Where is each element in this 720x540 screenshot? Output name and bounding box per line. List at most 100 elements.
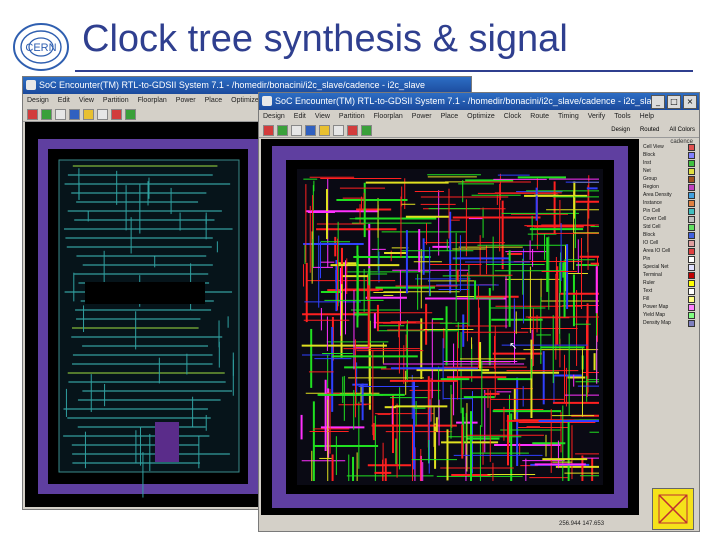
close-button[interactable]: × <box>683 95 697 109</box>
menu-item-floorplan[interactable]: Floorplan <box>138 94 167 107</box>
menu-item-optimize[interactable]: Optimize <box>231 94 259 107</box>
layer-color-swatch[interactable] <box>688 287 695 295</box>
layer-row[interactable]: Region <box>641 183 697 191</box>
toolbar-save-icon[interactable] <box>277 124 288 136</box>
toolbar-move-icon[interactable] <box>361 124 372 136</box>
menu-item-help[interactable]: Help <box>640 110 654 123</box>
toolbar-redraw-icon[interactable] <box>333 124 344 136</box>
layer-row[interactable]: Area IO Cell <box>641 247 697 255</box>
menu-item-edit[interactable]: Edit <box>294 110 306 123</box>
layer-color-swatch[interactable] <box>688 215 695 223</box>
window-system-icon[interactable] <box>262 96 272 106</box>
menu-item-place[interactable]: Place <box>441 110 459 123</box>
tab-design[interactable]: Design <box>611 127 630 133</box>
layer-row[interactable]: Cover Cell <box>641 215 697 223</box>
layer-row[interactable]: Ruler <box>641 279 697 287</box>
layer-color-swatch[interactable] <box>688 159 695 167</box>
layer-row[interactable]: Yield Map <box>641 311 697 319</box>
layer-color-swatch[interactable] <box>688 183 695 191</box>
menu-item-tools[interactable]: Tools <box>614 110 630 123</box>
menu-item-optimize[interactable]: Optimize <box>467 110 495 123</box>
window-titlebar[interactable]: SoC Encounter(TM) RTL-to-GDSII System 7.… <box>259 93 699 110</box>
layer-row[interactable]: Power Map <box>641 303 697 311</box>
layer-color-swatch[interactable] <box>688 199 695 207</box>
layers-panel[interactable]: Cell View Block Inst Net Group Region Area Den… <box>641 143 697 511</box>
layer-row[interactable]: IO Cell <box>641 239 697 247</box>
toolbar-save-icon[interactable] <box>41 108 52 120</box>
toolbar[interactable]: Design Routed All Colors <box>259 123 699 138</box>
maximize-button[interactable]: □ <box>667 95 681 109</box>
toolbar-fit-icon[interactable] <box>83 108 94 120</box>
layer-row[interactable]: Instance <box>641 199 697 207</box>
menu-bar[interactable]: Design Edit View Partition Floorplan Power Pla… <box>259 110 699 123</box>
menu-item-route[interactable]: Route <box>530 110 549 123</box>
menu-item-view[interactable]: View <box>315 110 330 123</box>
layout-canvas[interactable]: ↖ <box>261 139 639 515</box>
encounter-window-front[interactable]: SoC Encounter(TM) RTL-to-GDSII System 7.… <box>258 92 700 532</box>
layer-row[interactable]: Block <box>641 151 697 159</box>
toolbar-move-icon[interactable] <box>125 108 136 120</box>
tab-routed[interactable]: Routed <box>640 127 659 133</box>
toolbar-ruler-icon[interactable] <box>347 124 358 136</box>
layer-row[interactable]: Cell View <box>641 143 697 151</box>
layer-color-swatch[interactable] <box>688 167 695 175</box>
menu-item-edit[interactable]: Edit <box>58 94 70 107</box>
layout-thumbnail[interactable] <box>652 488 694 530</box>
layer-row[interactable]: Text <box>641 287 697 295</box>
menu-item-design[interactable]: Design <box>263 110 285 123</box>
layer-color-swatch[interactable] <box>688 303 695 311</box>
minimize-button[interactable]: _ <box>651 95 665 109</box>
window-system-icon[interactable] <box>26 80 36 90</box>
layer-row[interactable]: Terminal <box>641 271 697 279</box>
toolbar-zoom-icon[interactable] <box>305 124 316 136</box>
layer-color-swatch[interactable] <box>688 279 695 287</box>
toolbar-select-icon[interactable] <box>291 124 302 136</box>
layer-color-swatch[interactable] <box>688 231 695 239</box>
menu-item-power[interactable]: Power <box>412 110 432 123</box>
menu-item-view[interactable]: View <box>79 94 94 107</box>
layer-row[interactable]: Group <box>641 175 697 183</box>
layer-row[interactable]: Net <box>641 167 697 175</box>
menu-item-clock[interactable]: Clock <box>504 110 522 123</box>
toolbar-redraw-icon[interactable] <box>97 108 108 120</box>
layer-row[interactable]: Special Net <box>641 263 697 271</box>
tab-all-colors[interactable]: All Colors <box>669 127 695 133</box>
layer-row[interactable]: Area Density <box>641 191 697 199</box>
menu-item-place[interactable]: Place <box>205 94 223 107</box>
layer-row[interactable]: Pin Cell <box>641 207 697 215</box>
menu-item-timing[interactable]: Timing <box>558 110 579 123</box>
layer-color-swatch[interactable] <box>688 271 695 279</box>
menu-item-power[interactable]: Power <box>176 94 196 107</box>
toolbar-select-icon[interactable] <box>55 108 66 120</box>
layer-color-swatch[interactable] <box>688 239 695 247</box>
menu-item-design[interactable]: Design <box>27 94 49 107</box>
layer-color-swatch[interactable] <box>688 319 695 327</box>
layer-name: IO Cell <box>643 240 659 246</box>
layer-color-swatch[interactable] <box>688 263 695 271</box>
toolbar-open-icon[interactable] <box>263 124 274 136</box>
layer-color-swatch[interactable] <box>688 247 695 255</box>
toolbar-open-icon[interactable] <box>27 108 38 120</box>
layer-color-swatch[interactable] <box>688 223 695 231</box>
layer-row[interactable]: Std Cell <box>641 223 697 231</box>
toolbar-ruler-icon[interactable] <box>111 108 122 120</box>
layer-color-swatch[interactable] <box>688 207 695 215</box>
menu-item-partition[interactable]: Partition <box>339 110 365 123</box>
layer-row[interactable]: Density Map <box>641 319 697 327</box>
menu-item-floorplan[interactable]: Floorplan <box>374 110 403 123</box>
layer-color-swatch[interactable] <box>688 311 695 319</box>
layer-row[interactable]: Block <box>641 231 697 239</box>
layer-color-swatch[interactable] <box>688 191 695 199</box>
layer-row[interactable]: Fill <box>641 295 697 303</box>
menu-item-verify[interactable]: Verify <box>588 110 606 123</box>
layer-color-swatch[interactable] <box>688 151 695 159</box>
layer-color-swatch[interactable] <box>688 143 695 151</box>
layer-color-swatch[interactable] <box>688 175 695 183</box>
layer-row[interactable]: Pin <box>641 255 697 263</box>
toolbar-zoom-icon[interactable] <box>69 108 80 120</box>
layer-color-swatch[interactable] <box>688 255 695 263</box>
layer-color-swatch[interactable] <box>688 295 695 303</box>
toolbar-fit-icon[interactable] <box>319 124 330 136</box>
menu-item-partition[interactable]: Partition <box>103 94 129 107</box>
layer-row[interactable]: Inst <box>641 159 697 167</box>
